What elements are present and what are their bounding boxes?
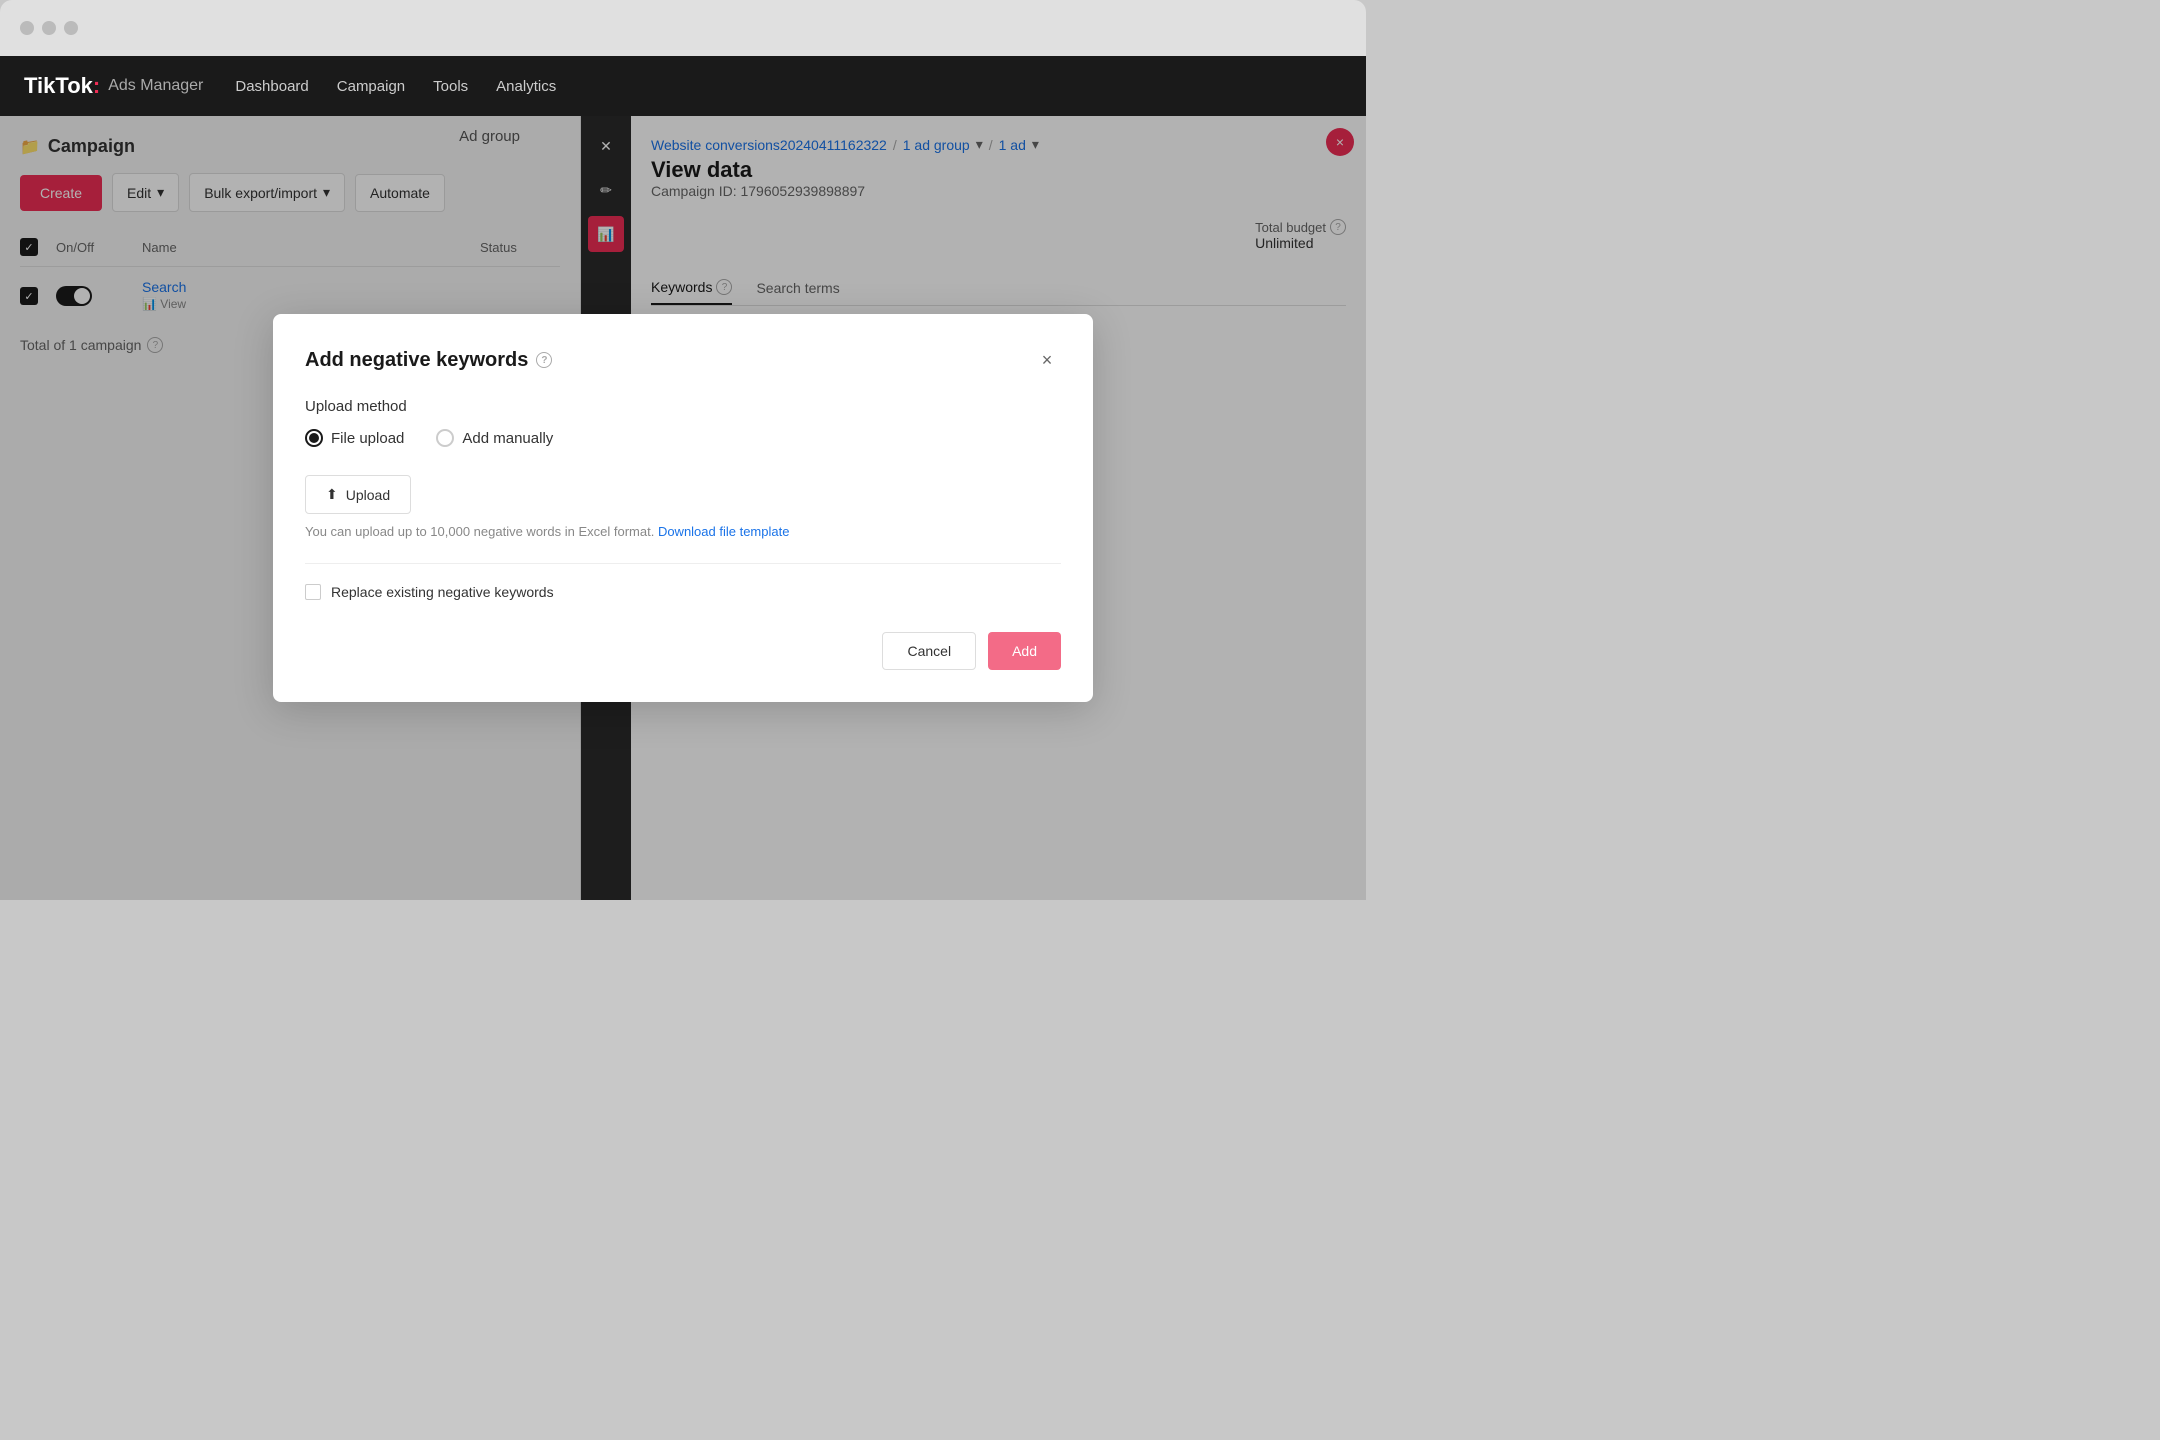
radio-add-manually-circle <box>436 429 454 447</box>
modal-header: Add negative keywords ? × <box>305 346 1061 374</box>
modal-title: Add negative keywords ? <box>305 349 552 372</box>
modal-close-button[interactable]: × <box>1033 346 1061 374</box>
traffic-light-minimize[interactable] <box>42 21 56 35</box>
cancel-button[interactable]: Cancel <box>882 632 976 670</box>
modal-title-text: Add negative keywords <box>305 349 528 372</box>
download-template-link[interactable]: Download file template <box>658 524 790 539</box>
upload-method-label: Upload method <box>305 398 1061 415</box>
logo-colon: : <box>93 73 100 98</box>
replace-keywords-row: Replace existing negative keywords <box>305 584 1061 600</box>
radio-file-upload-circle <box>305 429 323 447</box>
traffic-lights <box>20 21 78 35</box>
add-button[interactable]: Add <box>988 632 1061 670</box>
add-negative-keywords-modal: Add negative keywords ? × Upload method … <box>273 314 1093 702</box>
modal-title-info-icon: ? <box>536 352 552 368</box>
radio-file-upload-label: File upload <box>331 430 404 447</box>
nav-tools[interactable]: Tools <box>433 78 468 95</box>
radio-add-manually[interactable]: Add manually <box>436 429 553 447</box>
replace-keywords-checkbox[interactable] <box>305 584 321 600</box>
upload-file-button[interactable]: ⬆ Upload <box>305 475 411 514</box>
upload-hint-main: You can upload up to 10,000 negative wor… <box>305 524 654 539</box>
modal-divider <box>305 563 1061 564</box>
nav-analytics[interactable]: Analytics <box>496 78 556 95</box>
upload-hint-text: You can upload up to 10,000 negative wor… <box>305 524 1061 539</box>
top-navigation: TikTok: Ads Manager Dashboard Campaign T… <box>0 56 1366 116</box>
replace-keywords-label: Replace existing negative keywords <box>331 584 554 600</box>
radio-add-manually-label: Add manually <box>462 430 553 447</box>
upload-btn-label: Upload <box>346 487 390 503</box>
radio-file-upload[interactable]: File upload <box>305 429 404 447</box>
upload-icon: ⬆ <box>326 486 338 503</box>
main-content: 📁 Campaign Ad group Create Edit ▾ Bulk e… <box>0 116 1366 900</box>
logo: TikTok: Ads Manager <box>24 73 203 99</box>
nav-dashboard[interactable]: Dashboard <box>235 78 308 95</box>
browser-chrome <box>0 0 1366 56</box>
traffic-light-close[interactable] <box>20 21 34 35</box>
modal-footer: Cancel Add <box>305 632 1061 670</box>
app-container: TikTok: Ads Manager Dashboard Campaign T… <box>0 56 1366 900</box>
nav-links: Dashboard Campaign Tools Analytics <box>235 78 556 95</box>
logo-tiktok-text: TikTok: <box>24 73 100 99</box>
nav-campaign[interactable]: Campaign <box>337 78 405 95</box>
traffic-light-maximize[interactable] <box>64 21 78 35</box>
upload-method-radio-group: File upload Add manually <box>305 429 1061 447</box>
logo-ads-manager-text: Ads Manager <box>108 77 203 95</box>
